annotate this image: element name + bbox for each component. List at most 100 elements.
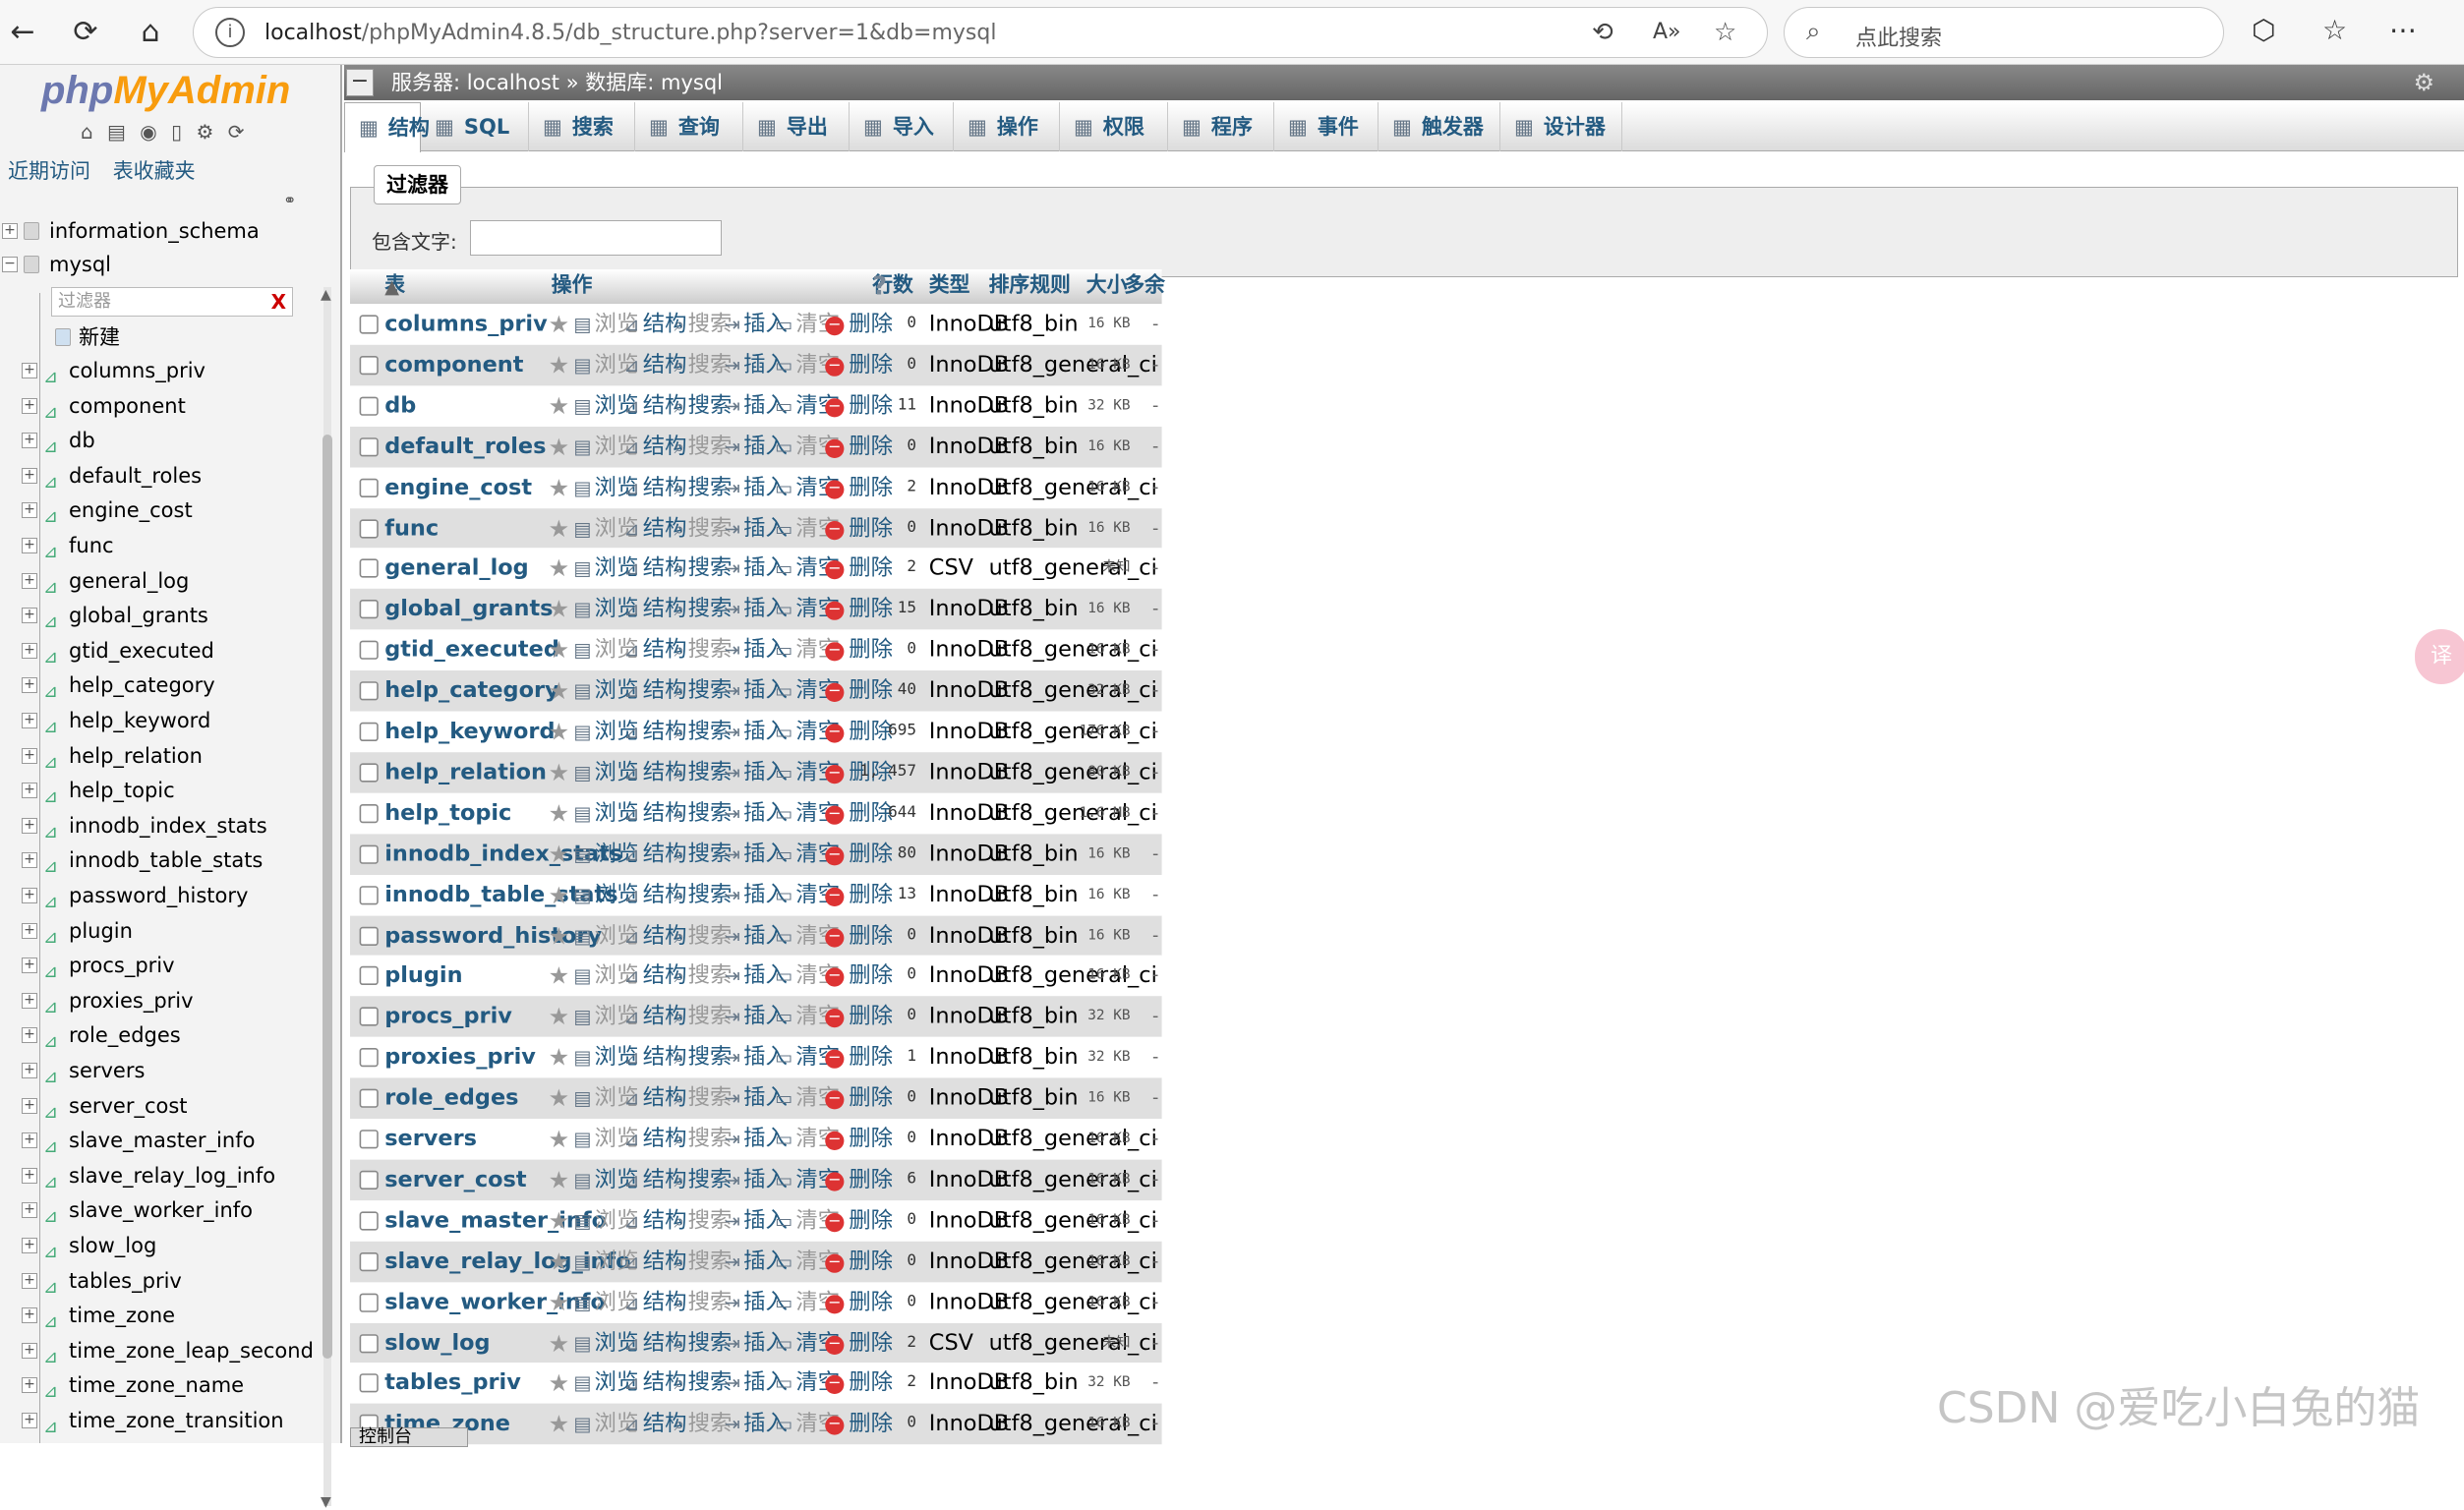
action-search[interactable]: ⌕ 搜索 xyxy=(675,1282,733,1323)
expand-icon[interactable]: + xyxy=(22,747,37,764)
row-checkbox[interactable] xyxy=(359,844,379,864)
action-search[interactable]: ⌕ 搜索 xyxy=(675,1241,733,1282)
refresh-icon[interactable]: ⟳ xyxy=(65,12,106,53)
table-structure-icon[interactable]: ⊿ xyxy=(43,431,58,464)
action-search[interactable]: ⌕ 搜索 xyxy=(675,589,733,630)
action-search[interactable]: ⌕ 搜索 xyxy=(675,1037,733,1078)
table-name-link[interactable]: tables_priv xyxy=(384,1364,521,1405)
favorite-star-icon[interactable]: ★ xyxy=(549,670,570,712)
tab-privileges[interactable]: ▦ 权限 xyxy=(1060,102,1168,151)
action-search[interactable]: ⌕ 搜索 xyxy=(675,427,733,468)
table-structure-icon[interactable]: ⊿ xyxy=(43,466,58,499)
row-checkbox[interactable] xyxy=(359,803,379,823)
table-name-link[interactable]: help_keyword xyxy=(384,712,555,753)
row-checkbox[interactable] xyxy=(359,966,379,986)
table-name-link[interactable]: help_category xyxy=(384,670,558,712)
action-search[interactable]: ⌕ 搜索 xyxy=(675,385,733,427)
expand-icon[interactable]: + xyxy=(22,642,37,659)
favorite-star-icon[interactable]: ★ xyxy=(549,427,570,468)
expand-icon[interactable]: + xyxy=(22,1272,37,1289)
favorite-star-icon[interactable]: ★ xyxy=(549,345,570,386)
expand-icon[interactable]: + xyxy=(22,1027,37,1044)
table-structure-icon[interactable]: ⊿ xyxy=(43,1306,58,1339)
action-search[interactable]: ⌕ 搜索 xyxy=(675,1322,733,1364)
row-checkbox[interactable] xyxy=(359,396,379,416)
favorite-star-icon[interactable]: ★ xyxy=(549,1322,570,1364)
row-checkbox[interactable] xyxy=(359,1088,379,1108)
expand-icon[interactable]: + xyxy=(22,1063,37,1078)
table-name-link[interactable]: plugin xyxy=(384,956,462,997)
action-search[interactable]: ⌕ 搜索 xyxy=(675,630,733,671)
table-name-link[interactable]: func xyxy=(384,507,439,549)
browser-search-box[interactable]: ⌕ 点此搜索 xyxy=(1784,7,2224,58)
action-search[interactable]: ⌕ 搜索 xyxy=(675,1404,733,1445)
action-search[interactable]: ⌕ 搜索 xyxy=(675,915,733,957)
filter-input[interactable] xyxy=(470,220,722,256)
expand-icon[interactable]: + xyxy=(22,922,37,939)
console-toggle[interactable]: 控制台 xyxy=(350,1427,468,1447)
favorite-star-icon[interactable]: ★ xyxy=(549,1241,570,1282)
expand-icon[interactable]: + xyxy=(22,888,37,903)
action-search[interactable]: ⌕ 搜索 xyxy=(675,956,733,997)
table-name-link[interactable]: servers xyxy=(384,1119,477,1160)
favorite-star-icon[interactable]: ★ xyxy=(549,589,570,630)
row-checkbox[interactable] xyxy=(359,722,379,741)
table-structure-icon[interactable]: ⊿ xyxy=(43,991,58,1024)
row-checkbox[interactable] xyxy=(359,478,379,497)
expand-icon[interactable]: + xyxy=(22,713,37,728)
table-structure-icon[interactable]: ⊿ xyxy=(43,956,58,989)
favorite-star-icon[interactable]: ★ xyxy=(549,630,570,671)
table-structure-icon[interactable]: ⊿ xyxy=(43,1271,58,1305)
expand-icon[interactable]: + xyxy=(22,1097,37,1114)
expand-icon[interactable]: + xyxy=(22,1132,37,1149)
row-checkbox[interactable] xyxy=(359,355,379,376)
back-icon[interactable]: ← xyxy=(2,12,43,53)
sidebar-quick-icons[interactable]: ⌂ ▤ ◉ ▯ ⚙ ⟳ xyxy=(81,120,249,144)
expand-icon[interactable]: + xyxy=(22,1377,37,1394)
expand-icon[interactable]: + xyxy=(22,992,37,1009)
expand-icon[interactable]: + xyxy=(22,1202,37,1219)
more-menu-icon[interactable]: ⋯ xyxy=(2389,14,2417,46)
table-name-link[interactable]: global_grants xyxy=(384,589,553,630)
expand-icon[interactable]: + xyxy=(22,433,37,449)
phpmyadmin-logo[interactable]: phpMyAdmin xyxy=(41,69,290,113)
expand-icon[interactable]: + xyxy=(22,572,37,589)
row-checkbox[interactable] xyxy=(359,681,379,701)
favorite-star-icon[interactable]: ★ xyxy=(549,1282,570,1323)
table-name-link[interactable]: help_topic xyxy=(384,792,511,834)
table-name-link[interactable]: role_edges xyxy=(384,1078,518,1120)
header-collation[interactable]: 排序规则 xyxy=(989,269,1071,304)
expand-icon[interactable]: + xyxy=(22,677,37,694)
table-structure-icon[interactable]: ⊿ xyxy=(43,396,58,430)
expand-icon[interactable]: + xyxy=(22,852,37,869)
translate-float-icon[interactable]: 译 xyxy=(2415,629,2464,684)
favorite-star-icon[interactable]: ★ xyxy=(549,467,570,508)
tab-sql[interactable]: ▦ SQL xyxy=(421,102,529,151)
expand-icon[interactable]: + xyxy=(22,538,37,553)
expand-icon[interactable]: + xyxy=(22,783,37,799)
favorite-star-icon[interactable]: ★ xyxy=(549,915,570,957)
breadcrumb-database[interactable]: 数据库: mysql xyxy=(585,71,723,94)
row-checkbox[interactable] xyxy=(359,1333,379,1353)
table-structure-icon[interactable]: ⊿ xyxy=(43,781,58,814)
action-search[interactable]: ⌕ 搜索 xyxy=(675,1119,733,1160)
favorite-star-icon[interactable]: ★ xyxy=(549,752,570,793)
table-name-link[interactable]: db xyxy=(384,385,416,427)
table-structure-icon[interactable]: ⊿ xyxy=(43,1025,58,1059)
row-checkbox[interactable] xyxy=(359,1251,379,1271)
table-name-link[interactable]: help_relation xyxy=(384,752,547,793)
favorite-star-icon[interactable]: ★ xyxy=(549,956,570,997)
row-checkbox[interactable] xyxy=(359,1170,379,1190)
table-structure-icon[interactable]: ⊿ xyxy=(43,536,58,569)
favorites-icon[interactable]: ☆ xyxy=(2322,14,2347,46)
action-search[interactable]: ⌕ 搜索 xyxy=(675,997,733,1038)
action-search[interactable]: ⌕ 搜索 xyxy=(675,467,733,508)
table-structure-icon[interactable]: ⊿ xyxy=(43,606,58,639)
expand-icon[interactable]: + xyxy=(2,223,18,239)
expand-icon[interactable]: + xyxy=(22,502,37,519)
table-structure-icon[interactable]: ⊿ xyxy=(43,641,58,674)
table-structure-icon[interactable]: ⊿ xyxy=(43,1411,58,1443)
tab-import[interactable]: ▦ 导入 xyxy=(850,102,954,151)
favorite-star-icon[interactable]: ★ xyxy=(549,385,570,427)
collapse-icon[interactable]: − xyxy=(2,257,18,272)
